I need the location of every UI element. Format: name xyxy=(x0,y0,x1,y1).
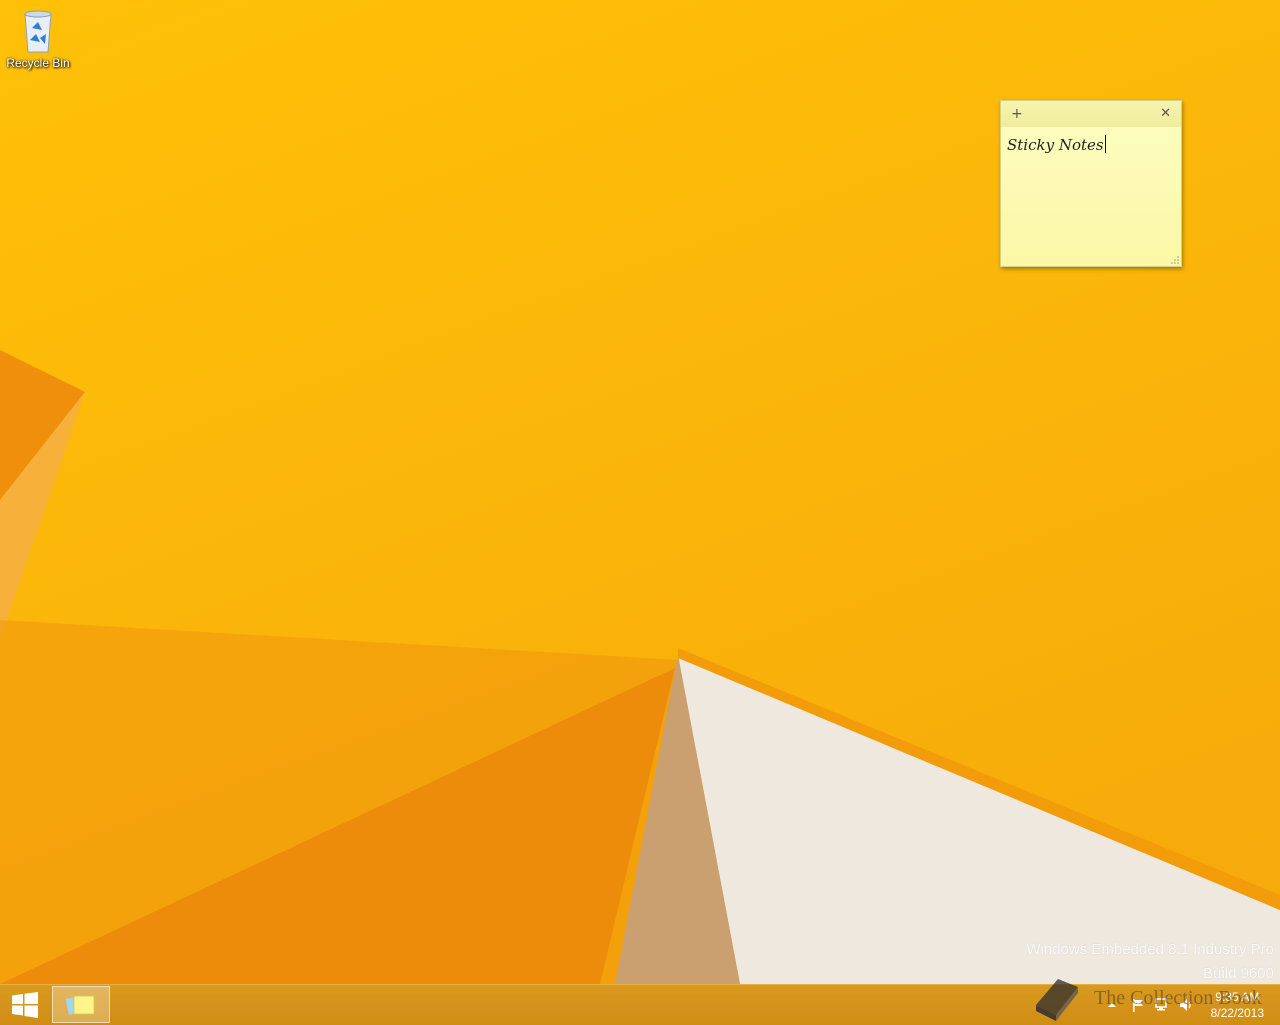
os-edition-text: Windows Embedded 8.1 Industry Pro xyxy=(1026,941,1274,958)
taskbar-sticky-notes-button[interactable] xyxy=(52,986,110,1023)
sticky-note-text-area[interactable]: Sticky Notes xyxy=(1007,135,1175,256)
action-center-flag-icon[interactable] xyxy=(1130,997,1146,1013)
clock-date: 8/22/2013 xyxy=(1210,1006,1264,1020)
new-note-button[interactable]: + xyxy=(1011,105,1023,123)
sticky-note-header[interactable]: + ✕ xyxy=(1001,101,1181,127)
show-hidden-icons-chevron[interactable] xyxy=(1104,997,1120,1013)
start-button[interactable] xyxy=(0,985,50,1025)
sticky-notes-icon xyxy=(65,994,95,1015)
network-icon[interactable] xyxy=(1154,997,1170,1013)
recycle-bin-icon xyxy=(24,10,52,53)
resize-grip-icon[interactable] xyxy=(1171,256,1179,264)
taskbar: 9:35 AM 8/22/2013 xyxy=(0,984,1280,1025)
recycle-bin-shortcut[interactable]: Recycle Bin xyxy=(4,6,72,76)
sticky-note-text: Sticky Notes xyxy=(1007,136,1104,154)
desktop: Recycle Bin + ✕ Sticky Notes Windows Emb… xyxy=(0,0,1280,984)
os-build-text: Build 9600 xyxy=(1203,965,1274,982)
delete-note-button[interactable]: ✕ xyxy=(1160,105,1171,123)
notification-area: 9:35 AM 8/22/2013 xyxy=(1100,985,1280,1025)
sticky-note-window[interactable]: + ✕ Sticky Notes xyxy=(1000,100,1182,267)
os-edition-watermark: Windows Embedded 8.1 Industry Pro Build … xyxy=(1026,938,1274,984)
text-caret xyxy=(1104,135,1106,153)
volume-icon[interactable] xyxy=(1178,997,1194,1013)
recycle-bin-label: Recycle Bin xyxy=(6,56,70,70)
windows-logo-icon xyxy=(12,992,38,1018)
clock-time: 9:35 AM xyxy=(1215,990,1260,1004)
taskbar-clock[interactable]: 9:35 AM 8/22/2013 xyxy=(1211,989,1264,1021)
